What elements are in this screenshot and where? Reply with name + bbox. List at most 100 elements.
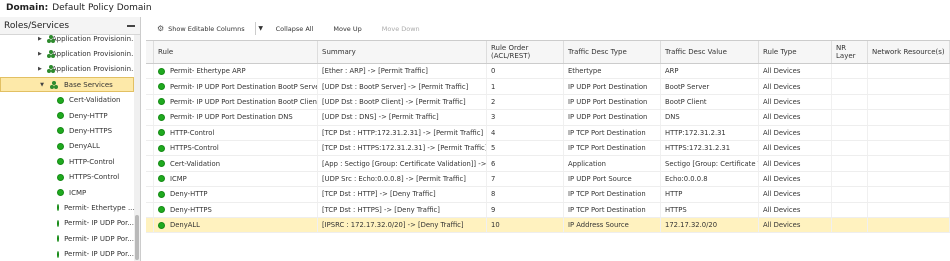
tree-item-label: HTTP-Control <box>69 157 115 166</box>
move-up-button[interactable]: Move Up <box>323 20 371 37</box>
column-header[interactable]: Traffic Desc Value <box>661 41 759 63</box>
caret-right-icon[interactable]: ▶ <box>38 66 42 72</box>
rule-name: Permit- Ethertype ARP <box>170 67 246 76</box>
tree-service-item[interactable]: Permit- Ethertype ... <box>0 200 134 215</box>
order-cell: 9 <box>487 202 564 217</box>
rule-type-cell: All Devices <box>759 125 832 140</box>
show-editable-columns-button[interactable]: ⚙ Show Editable Columns <box>147 20 255 37</box>
roles-services-panel: Roles/Services ▶ Application Provisionin.… <box>0 17 141 261</box>
tree-service-item[interactable]: Permit- IP UDP Por... <box>0 231 134 246</box>
order-cell: 5 <box>487 140 564 156</box>
nr-layer-cell <box>832 171 868 187</box>
collapse-panel-icon[interactable] <box>127 24 135 27</box>
tree-item-label: Base Services <box>64 80 113 89</box>
rule-name: HTTP-Control <box>170 128 215 137</box>
column-header[interactable]: Network Resource(s) <box>868 41 950 63</box>
status-dot-icon <box>158 98 165 106</box>
column-header[interactable]: Summary <box>318 41 487 63</box>
collapse-all-button[interactable]: Collapse All <box>266 20 324 37</box>
roles-group-icon <box>50 80 59 89</box>
type-cell: IP TCP Port Destination <box>564 187 661 202</box>
column-header[interactable]: NR Layer <box>832 41 868 63</box>
rules-table: Rule Summary Rule Order (ACL/REST) Traffic … <box>146 40 950 234</box>
row-spacer <box>146 171 154 187</box>
move-down-button[interactable]: Move Down <box>372 20 430 37</box>
status-dot-icon <box>57 204 59 212</box>
table-row[interactable]: Deny-HTTPS [TCP Dst : HTTPS] -> [Deny Tra… <box>146 202 950 218</box>
row-spacer <box>146 79 154 94</box>
table-row[interactable]: ICMP [UDP Src : Echo:0.0.0.8] -> [Permit … <box>146 171 950 188</box>
order-cell: 0 <box>487 64 564 79</box>
order-cell: 3 <box>487 110 564 125</box>
resources-cell <box>868 217 950 233</box>
tree-item-label: Deny-HTTP <box>69 111 108 120</box>
status-dot-icon <box>158 144 165 152</box>
tree-scrollbar[interactable] <box>134 35 140 261</box>
tree-service-item[interactable]: HTTP-Control <box>0 154 134 169</box>
tree-service-item[interactable]: HTTPS-Control <box>0 170 134 185</box>
type-cell: IP UDP Port Source <box>564 171 661 187</box>
type-cell: IP Address Source <box>564 217 661 233</box>
rule-type-cell: All Devices <box>759 217 832 233</box>
tree-service-item[interactable]: Cert-Validation <box>0 93 134 108</box>
row-spacer <box>146 202 154 217</box>
tree-item-label: HTTPS-Control <box>69 173 120 182</box>
caret-right-icon[interactable]: ▶ <box>38 36 42 42</box>
order-cell: 2 <box>487 94 564 110</box>
table-row[interactable]: Permit- IP UDP Port Destination DNS [UDP … <box>146 110 950 126</box>
tree-service-item[interactable]: Deny-HTTPS <box>0 123 134 138</box>
chevron-down-icon[interactable]: ▼ <box>256 25 266 32</box>
status-dot-icon <box>57 142 64 150</box>
rule-name: DenyALL <box>170 221 200 230</box>
tree-group-item[interactable]: ▼ Base Services <box>0 77 134 93</box>
nr-layer-cell <box>832 79 868 94</box>
table-row[interactable]: Cert-Validation [App : Sectigo [Group: Ce… <box>146 156 950 172</box>
tree-service-item[interactable]: Permit- IP UDP Por... <box>0 247 134 261</box>
table-row[interactable]: Deny-HTTP [TCP Dst : HTTP] -> [Deny Traff… <box>146 187 950 203</box>
tree-service-item[interactable]: Permit- IP UDP Por... <box>0 216 134 231</box>
table-row[interactable]: DenyALL [IPSRC : 172.17.32.0/20] -> [Deny… <box>146 217 950 234</box>
caret-down-icon[interactable]: ▼ <box>39 82 45 88</box>
nr-layer-cell <box>832 156 868 171</box>
toolbar: ⚙ Show Editable Columns ▼ Collapse All M… <box>147 20 950 37</box>
column-header[interactable]: Rule Order (ACL/REST) <box>487 41 564 63</box>
table-row[interactable]: Permit- IP UDP Port Destination BootP Se… <box>146 79 950 95</box>
row-spacer <box>146 125 154 140</box>
status-dot-icon <box>57 250 60 258</box>
status-dot-icon <box>158 113 165 121</box>
rule-name: Deny-HTTP <box>170 190 208 199</box>
type-cell: IP TCP Port Destination <box>564 202 661 217</box>
resources-cell <box>868 110 950 125</box>
status-dot-icon <box>158 221 165 229</box>
status-dot-icon <box>158 190 165 198</box>
table-row[interactable]: Permit- IP UDP Port Destination BootP Cl… <box>146 94 950 111</box>
column-header[interactable]: Rule Type <box>759 41 832 63</box>
value-cell: HTTPS:172.31.2.31 <box>661 140 759 156</box>
summary-cell: [Ether : ARP] -> [Permit Traffic] <box>318 64 487 79</box>
caret-right-icon[interactable]: ▶ <box>38 51 42 57</box>
tree-service-item[interactable]: Deny-HTTP <box>0 108 134 123</box>
column-header[interactable]: Traffic Desc Type <box>564 41 661 63</box>
column-header[interactable]: Rule <box>154 41 318 63</box>
status-dot-icon <box>158 175 165 183</box>
tree-group-item[interactable]: ▶ Application Provisionin... <box>0 62 134 77</box>
order-cell: 7 <box>487 171 564 187</box>
value-cell: 172.17.32.0/20 <box>661 217 759 233</box>
rule-name: Deny-HTTPS <box>170 205 212 214</box>
value-cell: Echo:0.0.0.8 <box>661 171 759 187</box>
gear-icon: ⚙ <box>157 24 165 33</box>
table-row[interactable]: HTTP-Control [TCP Dst : HTTP:172.31.2.31]… <box>146 125 950 141</box>
resources-cell <box>868 125 950 140</box>
status-dot-icon <box>57 173 64 181</box>
table-row[interactable]: HTTPS-Control [TCP Dst : HTTPS:172.31.2.3… <box>146 140 950 157</box>
status-dot-icon <box>158 67 165 75</box>
rule-cell: HTTPS-Control <box>154 140 318 156</box>
tree-item-label: Deny-HTTPS <box>69 126 113 135</box>
tree-service-item[interactable]: ICMP <box>0 185 134 200</box>
table-row[interactable]: Permit- Ethertype ARP [Ether : ARP] -> [P… <box>146 64 950 80</box>
nr-layer-cell <box>832 64 868 79</box>
tree-group-item[interactable]: ▶ Application Provisionin... <box>0 31 134 46</box>
scrollbar-thumb[interactable] <box>135 215 139 260</box>
tree-service-item[interactable]: DenyALL <box>0 139 134 154</box>
tree-group-item[interactable]: ▶ Application Provisionin... <box>0 46 134 61</box>
